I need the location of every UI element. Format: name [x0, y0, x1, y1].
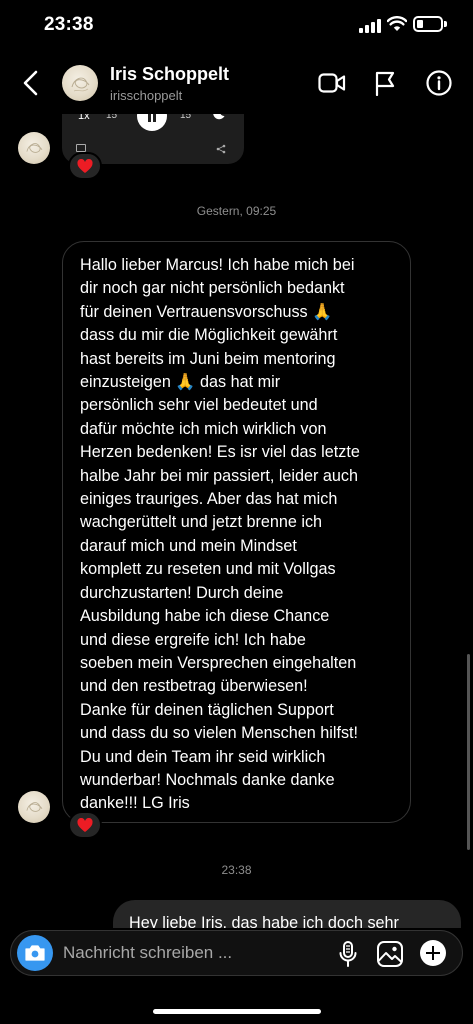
add-button[interactable]	[420, 940, 446, 966]
camera-icon	[25, 945, 45, 961]
outgoing-message-text: Hey liebe Iris, das habe ich doch sehr	[129, 914, 399, 928]
pause-button[interactable]	[137, 114, 167, 131]
caption-icon[interactable]	[76, 144, 86, 152]
outgoing-message-bubble[interactable]: Hey liebe Iris, das habe ich doch sehr	[113, 900, 461, 928]
incoming-message-text: Hallo lieber Marcus! Ich habe mich bei d…	[80, 256, 360, 813]
skip-forward-button[interactable]: 15	[180, 114, 191, 121]
back-icon[interactable]	[18, 68, 46, 98]
status-time: 23:38	[44, 14, 94, 35]
scrollbar[interactable]	[467, 654, 470, 850]
contact-name[interactable]: Iris Schoppelt	[110, 64, 229, 85]
heart-reaction[interactable]	[68, 152, 102, 180]
cellular-signal-icon	[359, 19, 381, 33]
microphone-icon[interactable]	[337, 940, 359, 968]
message-timestamp: Gestern, 09:25	[196, 204, 277, 218]
gallery-icon[interactable]	[376, 940, 404, 968]
avatar[interactable]	[62, 65, 98, 101]
share-icon[interactable]	[216, 144, 226, 154]
heart-icon	[77, 817, 93, 832]
info-icon[interactable]	[426, 70, 452, 96]
flag-icon[interactable]	[374, 70, 396, 96]
heart-reaction[interactable]	[68, 811, 102, 839]
message-timestamp: 23:38	[221, 863, 252, 877]
incoming-message-bubble[interactable]: Hallo lieber Marcus! Ich habe mich bei d…	[62, 241, 411, 823]
contact-username[interactable]: irisschoppelt	[110, 88, 182, 103]
message-thread[interactable]: 1x 15 15 Gestern, 09:25 Hallo lieber Mar…	[0, 114, 473, 928]
status-bar: 23:38	[0, 0, 473, 52]
message-composer	[10, 930, 463, 976]
camera-button[interactable]	[17, 935, 53, 971]
sender-avatar[interactable]	[18, 791, 50, 823]
wifi-icon	[387, 16, 407, 31]
chat-header: Iris Schoppelt irisschoppelt	[0, 52, 473, 114]
sender-avatar[interactable]	[18, 132, 50, 164]
home-indicator	[153, 1009, 321, 1014]
skip-back-button[interactable]: 15	[106, 114, 117, 121]
video-call-icon[interactable]	[318, 71, 346, 95]
moon-icon[interactable]	[212, 114, 226, 120]
playback-speed-button[interactable]: 1x	[78, 114, 90, 122]
message-input[interactable]	[63, 941, 323, 965]
battery-icon	[413, 16, 447, 32]
heart-icon	[77, 158, 93, 173]
